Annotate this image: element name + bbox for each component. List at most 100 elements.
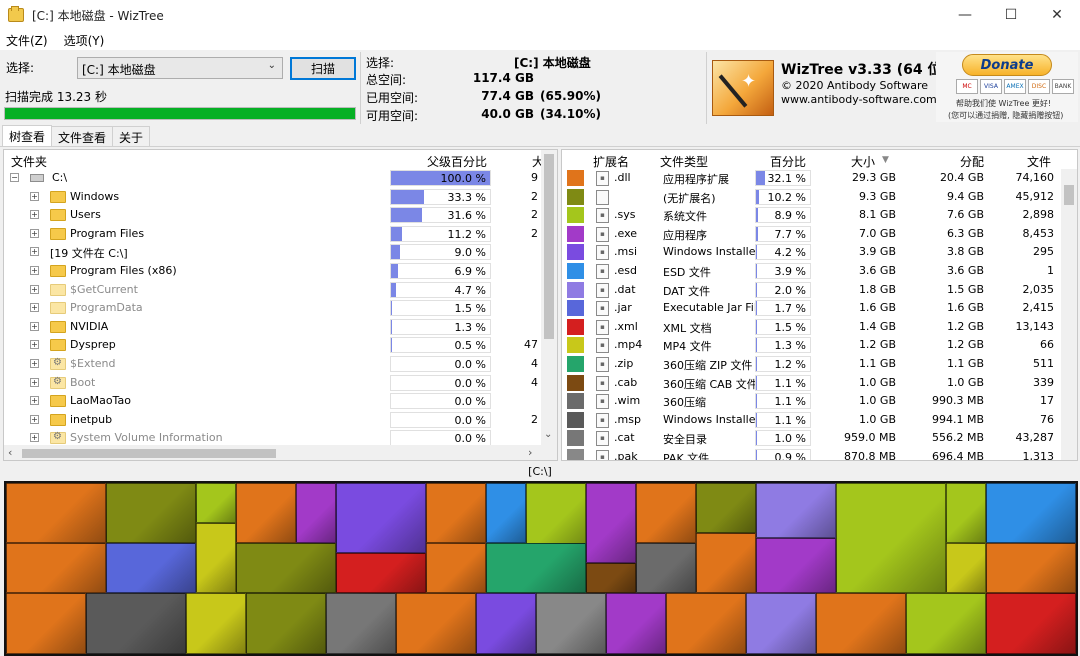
minimize-button[interactable]: — <box>942 0 988 30</box>
scrollbar-thumb[interactable] <box>544 154 554 339</box>
treemap-block[interactable] <box>696 533 756 593</box>
treemap-block[interactable] <box>6 543 106 593</box>
treemap-block[interactable] <box>666 593 746 654</box>
treemap-block[interactable] <box>586 483 636 563</box>
treemap-block[interactable] <box>586 563 636 593</box>
maximize-button[interactable]: ☐ <box>988 0 1034 30</box>
ext-row[interactable]: ▪ .sys 系统文件 8.9 % 8.1 GB 7.6 GB 2,898 <box>562 206 1060 225</box>
tree-row[interactable]: + [19 文件在 C:\] 9.0 % <box>4 243 539 262</box>
expander-icon[interactable]: + <box>30 321 39 331</box>
tab-about[interactable]: 关于 <box>112 126 151 146</box>
ext-row[interactable]: ▪ .esd ESD 文件 3.9 % 3.6 GB 3.6 GB 1 <box>562 262 1060 281</box>
treemap-block[interactable] <box>836 483 946 593</box>
treemap-block[interactable] <box>426 543 486 593</box>
ext-row[interactable]: ▪ .jar Executable Jar File 1.7 % 1.6 GB 1.6 G… <box>562 299 1060 318</box>
ext-row[interactable]: ▪ .dll 应用程序扩展 32.1 % 29.3 GB 20.4 GB 74,160 <box>562 169 1060 188</box>
tree-row[interactable]: + NVIDIA 1.3 % <box>4 318 539 337</box>
treemap[interactable] <box>4 481 1078 656</box>
treemap-block[interactable] <box>336 553 426 593</box>
tree-vertical-scrollbar[interactable]: ⌄ <box>541 150 557 445</box>
scroll-left-icon[interactable]: ‹ <box>8 446 12 459</box>
treemap-block[interactable] <box>986 543 1076 593</box>
ext-row[interactable]: ▪ .msi Windows Installer 4.2 % 3.9 GB 3.8 GB 2… <box>562 243 1060 262</box>
tab-file-view[interactable]: 文件查看 <box>51 126 114 146</box>
treemap-block[interactable] <box>636 543 696 593</box>
tree-row[interactable]: + Boot 0.0 % 4 <box>4 374 539 393</box>
ext-row[interactable]: (无扩展名) 10.2 % 9.3 GB 9.4 GB 45,912 <box>562 188 1060 207</box>
tab-tree-view[interactable]: 树查看 <box>2 125 53 146</box>
treemap-block[interactable] <box>246 593 326 654</box>
drive-select[interactable]: [C:] 本地磁盘 ⌄ <box>77 57 283 79</box>
tree-horizontal-scrollbar[interactable]: ‹ › <box>4 445 557 460</box>
menu-options[interactable]: 选项(Y) <box>64 32 105 49</box>
treemap-block[interactable] <box>486 543 586 593</box>
treemap-block[interactable] <box>986 593 1076 654</box>
ext-vertical-scrollbar[interactable] <box>1061 169 1077 460</box>
expander-icon[interactable]: + <box>30 284 39 294</box>
expander-icon[interactable]: − <box>10 173 19 182</box>
ext-row[interactable]: ▪ .cab 360压缩 CAB 文件 1.1 % 1.0 GB 1.0 GB 339 <box>562 374 1060 393</box>
ext-row[interactable]: ▪ .xml XML 文档 1.5 % 1.4 GB 1.2 GB 13,143 <box>562 318 1060 337</box>
donate-button[interactable]: Donate <box>962 54 1052 76</box>
treemap-block[interactable] <box>296 483 336 543</box>
treemap-block[interactable] <box>606 593 666 654</box>
treemap-block[interactable] <box>946 483 986 543</box>
ext-row[interactable]: ▪ .cat 安全目录 1.0 % 959.0 MB 556.2 MB 43,287 <box>562 429 1060 448</box>
treemap-block[interactable] <box>696 483 756 533</box>
expander-icon[interactable]: + <box>30 340 39 350</box>
treemap-block[interactable] <box>396 593 476 654</box>
ext-row[interactable]: ▪ .pak PAK 文件 0.9 % 870.8 MB 696.4 MB 1,313 <box>562 448 1060 460</box>
treemap-block[interactable] <box>756 483 836 538</box>
ext-row[interactable]: ▪ .msp Windows Installer 1.1 % 1.0 GB 994.1 M… <box>562 411 1060 430</box>
tree-row[interactable]: + Users 31.6 % 2 <box>4 206 539 225</box>
treemap-block[interactable] <box>906 593 986 654</box>
menu-file[interactable]: 文件(Z) <box>6 32 48 49</box>
ext-row[interactable]: ▪ .mp4 MP4 文件 1.3 % 1.2 GB 1.2 GB 66 <box>562 336 1060 355</box>
treemap-block[interactable] <box>186 593 246 654</box>
expander-icon[interactable]: + <box>30 303 39 313</box>
treemap-block[interactable] <box>6 593 86 654</box>
treemap-block[interactable] <box>236 483 296 543</box>
treemap-block[interactable] <box>106 543 196 593</box>
tree-row[interactable]: + ProgramData 1.5 % <box>4 299 539 318</box>
expander-icon[interactable]: + <box>30 247 39 257</box>
tree-row[interactable]: + Program Files 11.2 % 2 <box>4 225 539 244</box>
scan-button[interactable]: 扫描 <box>290 57 356 80</box>
tree-row[interactable]: − C:\ 100.0 % 9 <box>4 169 539 188</box>
expander-icon[interactable]: + <box>30 228 39 238</box>
treemap-block[interactable] <box>426 483 486 543</box>
scrollbar-thumb[interactable] <box>22 449 276 458</box>
scroll-right-icon[interactable]: › <box>528 446 532 459</box>
treemap-block[interactable] <box>106 483 196 543</box>
treemap-block[interactable] <box>6 483 106 543</box>
treemap-block[interactable] <box>946 543 986 593</box>
tree-row[interactable]: + $Extend 0.0 % 4 <box>4 355 539 374</box>
treemap-block[interactable] <box>536 593 606 654</box>
treemap-block[interactable] <box>756 538 836 593</box>
scroll-down-icon[interactable]: ⌄ <box>544 429 552 440</box>
tree-row[interactable]: + Program Files (x86) 6.9 % <box>4 262 539 281</box>
treemap-block[interactable] <box>236 543 336 593</box>
ext-row[interactable]: ▪ .wim 360压缩 1.1 % 1.0 GB 990.3 MB 17 <box>562 392 1060 411</box>
treemap-block[interactable] <box>86 593 186 654</box>
tree-row[interactable]: + Dysprep 0.5 % 47 <box>4 336 539 355</box>
treemap-block[interactable] <box>746 593 816 654</box>
treemap-block[interactable] <box>196 523 236 593</box>
expander-icon[interactable]: + <box>30 359 39 368</box>
expander-icon[interactable]: + <box>30 266 39 275</box>
treemap-block[interactable] <box>816 593 906 654</box>
ext-row[interactable]: ▪ .dat DAT 文件 2.0 % 1.8 GB 1.5 GB 2,035 <box>562 281 1060 300</box>
expander-icon[interactable]: + <box>30 377 39 387</box>
tree-row[interactable]: + LaoMaoTao 0.0 % <box>4 392 539 411</box>
close-button[interactable]: ✕ <box>1034 0 1080 30</box>
ext-row[interactable]: ▪ .exe 应用程序 7.7 % 7.0 GB 6.3 GB 8,453 <box>562 225 1060 244</box>
expander-icon[interactable]: + <box>30 191 39 201</box>
expander-icon[interactable]: + <box>30 396 39 406</box>
treemap-block[interactable] <box>326 593 396 654</box>
treemap-block[interactable] <box>636 483 696 543</box>
treemap-block[interactable] <box>986 483 1076 543</box>
treemap-block[interactable] <box>476 593 536 654</box>
tree-row[interactable]: + Windows 33.3 % 2 <box>4 188 539 207</box>
expander-icon[interactable]: + <box>30 414 39 424</box>
treemap-block[interactable] <box>336 483 426 553</box>
